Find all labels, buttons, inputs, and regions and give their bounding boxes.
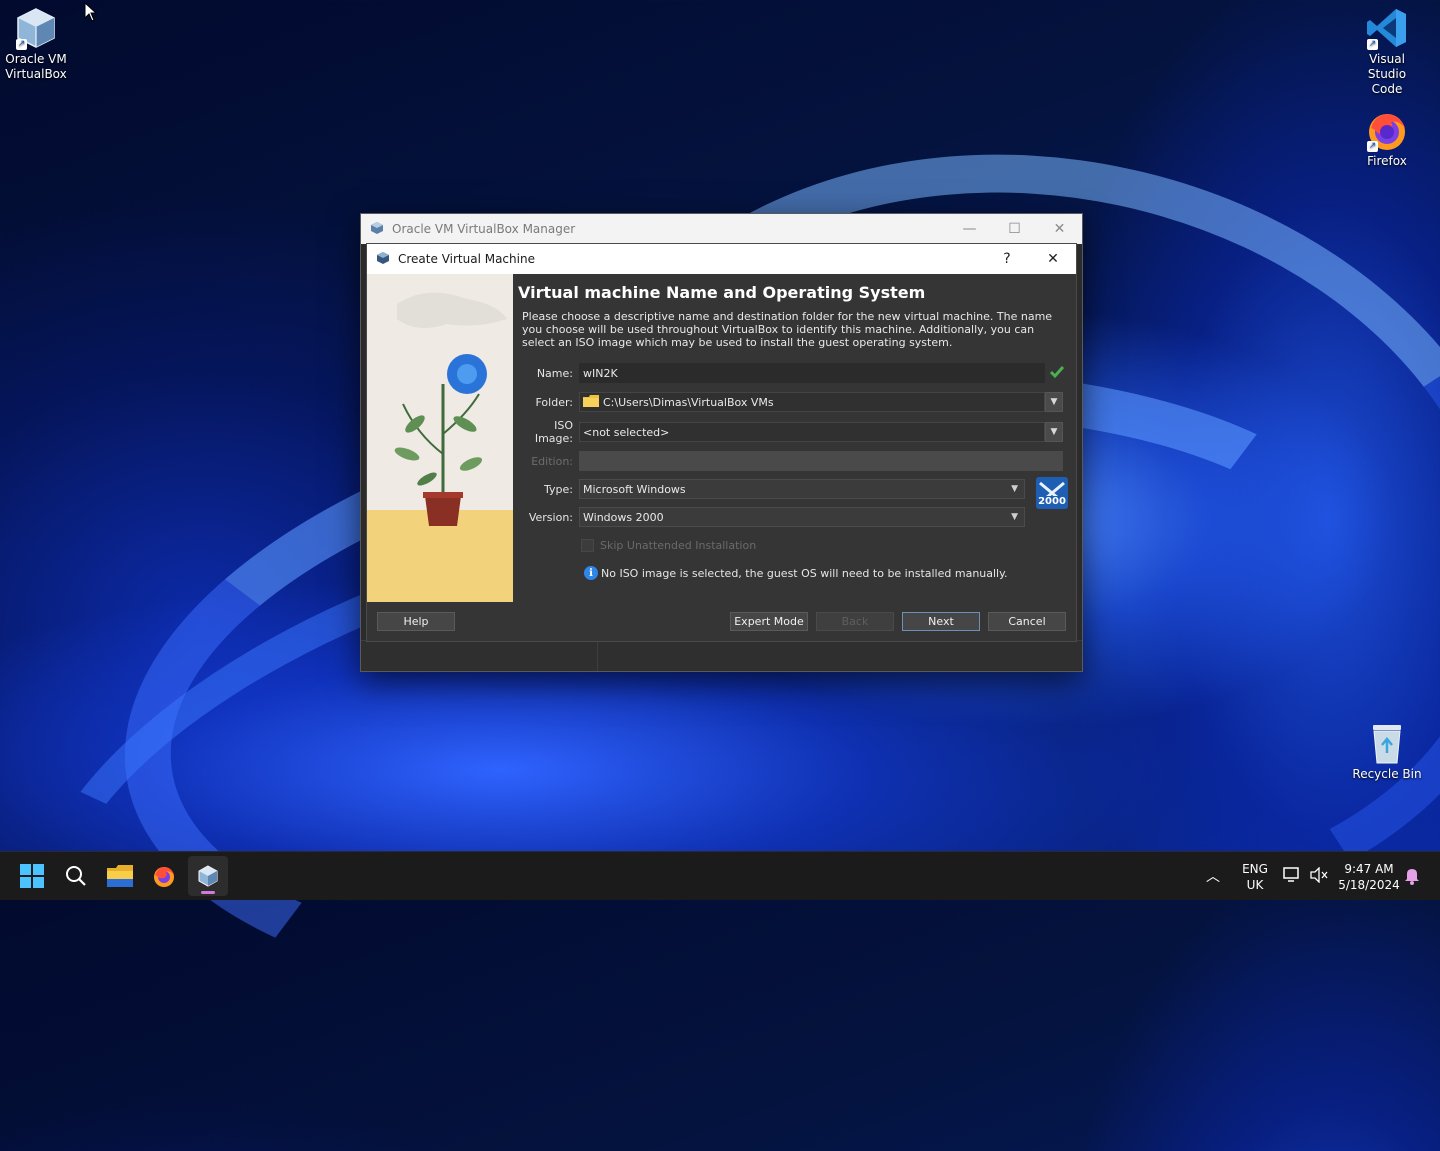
desktop-icon-firefox[interactable]: ↗ Firefox xyxy=(1349,108,1425,169)
clock[interactable]: 9:47 AM 5/18/2024 xyxy=(1336,861,1402,893)
skip-unattended-row: Skip Unattended Installation xyxy=(581,539,756,552)
language-indicator[interactable]: ENG UK xyxy=(1238,861,1272,893)
manager-statusbar xyxy=(361,640,1082,671)
windows-logo-icon xyxy=(20,864,44,888)
virtualbox-icon xyxy=(370,221,384,238)
virtualbox-taskbar-button[interactable] xyxy=(188,856,228,896)
minimize-button[interactable]: — xyxy=(947,221,992,237)
page-heading: Virtual machine Name and Operating Syste… xyxy=(518,283,926,302)
folder-icon xyxy=(107,865,133,887)
name-input[interactable]: wIN2K xyxy=(579,363,1045,383)
close-button[interactable]: ✕ xyxy=(1037,221,1082,237)
file-explorer-button[interactable] xyxy=(100,856,140,896)
dialog-titlebar[interactable]: Create Virtual Machine ? ✕ xyxy=(367,244,1076,274)
clock-time: 9:47 AM xyxy=(1344,862,1394,876)
active-indicator xyxy=(201,891,215,894)
cancel-button[interactable]: Cancel xyxy=(988,612,1066,631)
chevron-down-icon: ▼ xyxy=(1050,427,1058,437)
folder-select[interactable]: C:\Users\Dimas\VirtualBox VMs xyxy=(579,392,1045,412)
type-value: Microsoft Windows xyxy=(583,482,686,496)
skip-unattended-checkbox xyxy=(581,539,594,552)
desktop-icon-vscode[interactable]: ↗ Visual Studio Code xyxy=(1349,6,1425,97)
wizard-illustration xyxy=(367,274,513,602)
version-label: Version: xyxy=(528,510,573,524)
type-row: Type: Microsoft Windows ▼ xyxy=(517,479,1025,499)
os-type-icon: 2000 xyxy=(1036,477,1068,509)
mouse-cursor-icon xyxy=(84,1,98,26)
desktop-icon-label: Recycle Bin xyxy=(1352,767,1422,781)
desktop-icon-label: Oracle VM xyxy=(5,52,67,66)
name-label: Name: xyxy=(536,366,573,380)
firefox-icon xyxy=(154,867,174,887)
edition-select xyxy=(579,451,1063,471)
volume-muted-icon[interactable] xyxy=(1310,866,1328,887)
dialog-title: Create Virtual Machine xyxy=(398,252,535,266)
desktop-icon-virtualbox[interactable]: ↗ Oracle VM VirtualBox xyxy=(0,6,74,82)
next-button[interactable]: Next xyxy=(902,612,980,631)
info-icon: i xyxy=(584,566,598,580)
chevron-down-icon: ▼ xyxy=(1011,512,1018,522)
name-row: Name: wIN2K xyxy=(517,363,1065,383)
network-icon[interactable] xyxy=(1283,867,1301,887)
iso-select[interactable]: <not selected> xyxy=(579,422,1045,442)
skip-unattended-label: Skip Unattended Installation xyxy=(600,539,757,552)
start-button[interactable] xyxy=(12,856,52,896)
expert-mode-button[interactable]: Expert Mode xyxy=(730,612,808,631)
iso-dropdown-button[interactable]: ▼ xyxy=(1045,422,1063,442)
dialog-button-bar: Help Expert Mode Back Next Cancel xyxy=(367,602,1076,640)
manager-titlebar[interactable]: Oracle VM VirtualBox Manager — ☐ ✕ xyxy=(361,214,1082,244)
firefox-icon: ↗ xyxy=(1365,108,1409,152)
virtualbox-icon xyxy=(198,865,218,887)
language-region: UK xyxy=(1246,878,1264,892)
recycle-bin-icon xyxy=(1365,721,1409,765)
virtualbox-icon xyxy=(376,251,390,268)
vscode-icon: ↗ xyxy=(1365,6,1409,50)
wizard-page: Virtual machine Name and Operating Syste… xyxy=(517,274,1068,580)
desktop-icon-recycle-bin[interactable]: Recycle Bin xyxy=(1349,721,1425,782)
version-select[interactable]: Windows 2000 ▼ xyxy=(579,507,1025,527)
clock-date: 5/18/2024 xyxy=(1338,878,1400,892)
desktop-icon-label: Visual Studio xyxy=(1367,52,1407,81)
dialog-close-button[interactable]: ✕ xyxy=(1030,251,1076,267)
edition-label: Edition: xyxy=(531,454,573,468)
page-description: Please choose a descriptive name and des… xyxy=(522,310,1053,349)
help-title-button[interactable]: ? xyxy=(984,251,1030,267)
folder-label: Folder: xyxy=(535,395,573,409)
chevron-down-icon: ▼ xyxy=(1050,397,1058,407)
manager-title: Oracle VM VirtualBox Manager xyxy=(392,222,576,236)
desktop-icon-label: Code xyxy=(1371,82,1403,96)
desktop-icon-label: VirtualBox xyxy=(5,67,67,81)
type-select[interactable]: Microsoft Windows ▼ xyxy=(579,479,1025,499)
edition-row: Edition: xyxy=(517,451,1063,471)
chevron-down-icon: ▼ xyxy=(1011,484,1018,494)
tray-overflow-button[interactable]: ︿ xyxy=(1206,866,1220,886)
search-button[interactable] xyxy=(56,856,96,896)
version-row: Version: Windows 2000 ▼ xyxy=(517,507,1025,527)
valid-check-icon xyxy=(1049,364,1065,383)
language-code: ENG xyxy=(1242,862,1268,876)
folder-value: C:\Users\Dimas\VirtualBox VMs xyxy=(603,395,774,409)
search-icon xyxy=(66,866,86,886)
firefox-taskbar-button[interactable] xyxy=(144,856,184,896)
folder-icon xyxy=(583,394,599,410)
iso-label: ISO Image: xyxy=(534,419,573,445)
taskbar: ︿ ENG UK 9:47 AM 5/18/2024 xyxy=(0,851,1440,900)
notification-bell-icon[interactable] xyxy=(1404,867,1420,889)
info-message: i No ISO image is selected, the guest OS… xyxy=(584,566,1008,580)
back-button: Back xyxy=(816,612,894,631)
chevron-up-icon: ︿ xyxy=(1206,869,1220,885)
iso-row: ISO Image: <not selected> ▼ xyxy=(517,419,1063,445)
type-label: Type: xyxy=(544,482,573,496)
desktop-icon-label: Firefox xyxy=(1367,154,1407,168)
create-vm-dialog: Create Virtual Machine ? ✕ Virtual machi… xyxy=(366,243,1077,642)
folder-dropdown-button[interactable]: ▼ xyxy=(1045,392,1063,412)
info-text: No ISO image is selected, the guest OS w… xyxy=(601,566,1008,580)
virtualbox-icon: ↗ xyxy=(14,6,58,50)
folder-row: Folder: C:\Users\Dimas\VirtualBox VMs ▼ xyxy=(517,392,1063,412)
maximize-button[interactable]: ☐ xyxy=(992,221,1037,237)
help-button[interactable]: Help xyxy=(377,612,455,631)
os-badge-text: 2000 xyxy=(1038,496,1066,507)
version-value: Windows 2000 xyxy=(583,510,664,524)
